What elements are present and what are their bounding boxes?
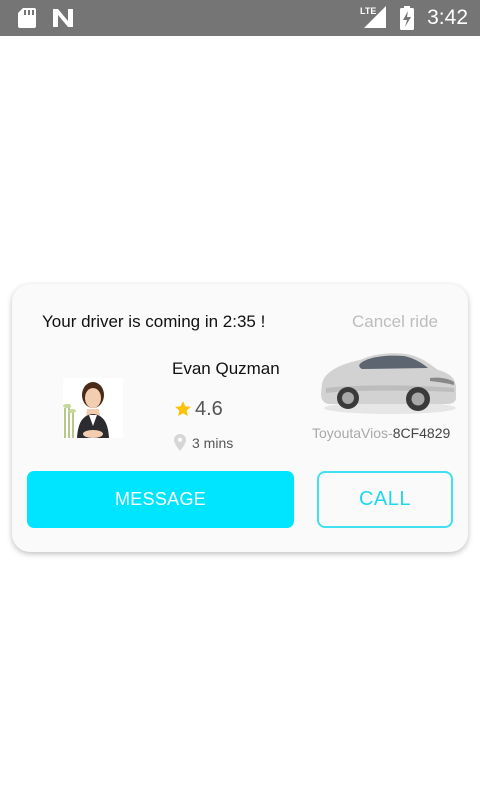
clock-time: 3:42 (427, 6, 468, 29)
svg-text:LTE: LTE (360, 6, 376, 16)
sd-card-icon (17, 7, 37, 34)
car-model: ToyoutaVios (312, 425, 389, 441)
call-button[interactable]: CALL (317, 471, 453, 528)
location-pin-icon (174, 434, 186, 456)
lte-signal-icon: LTE (360, 5, 388, 34)
car-image (318, 348, 458, 418)
status-bar: LTE 3:42 (0, 0, 480, 36)
n-notification-icon (52, 8, 74, 33)
star-icon (174, 400, 192, 423)
rating-value: 4.6 (195, 398, 223, 420)
message-button[interactable]: MESSAGE (27, 471, 294, 528)
battery-charging-icon (400, 6, 414, 35)
cancel-ride-button[interactable]: Cancel ride (352, 312, 438, 332)
ride-status-card: Your driver is coming in 2:35 ! Cancel r… (12, 284, 468, 552)
driver-name: Evan Quzman (172, 359, 280, 378)
driver-avatar (63, 378, 123, 438)
driver-arrival-title: Your driver is coming in 2:35 ! (42, 312, 266, 331)
license-plate: 8CF4829 (392, 425, 451, 441)
eta-text: 3 mins (192, 435, 234, 451)
car-info: ToyoutaVios-8CF4829 (312, 425, 450, 441)
